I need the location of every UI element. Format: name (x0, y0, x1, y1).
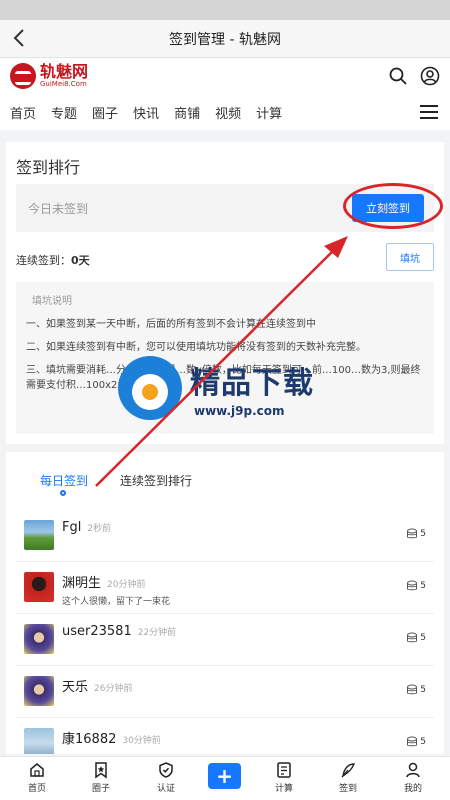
sign-time: 20分钟前 (107, 580, 146, 590)
tabbar-label: 首页 (27, 784, 46, 794)
user-name: Fgl (62, 520, 82, 535)
points: 5 (406, 684, 426, 696)
tabbar-circle[interactable]: 圈子 (81, 761, 121, 794)
avatar (24, 676, 54, 706)
tabbar-cert[interactable]: 认证 (146, 761, 186, 794)
calculator-icon (275, 761, 293, 779)
points: 5 (406, 632, 426, 644)
user-icon (404, 761, 422, 779)
feather-pen-icon (339, 761, 357, 779)
main-nav: 首页 专题 圈子 快讯 商铺 视频 计算 (0, 94, 450, 130)
section-title: 签到排行 (16, 158, 81, 177)
tabbar-home[interactable]: 首页 (17, 761, 57, 794)
nav-item-home[interactable]: 首页 (10, 103, 36, 122)
tab-streak[interactable]: 连续签到排行 (120, 472, 192, 489)
sign-list: Fgl 2秒前 5 渊明生 20分钟前 这个人很懒，留下了一束花 5 user235… (16, 510, 434, 754)
bottom-tab-bar: 首页 圈子 认证 + 计算 签到 我的 (0, 756, 450, 800)
user-name: 康16882 (62, 732, 117, 747)
window-title: 签到管理 - 轨魅网 (169, 31, 281, 48)
sign-time: 22分钟前 (137, 628, 177, 638)
site-logo[interactable]: 轨魅网 GuiMei8.Com (10, 63, 88, 89)
bookmark-star-icon (92, 761, 110, 779)
nav-item-circle[interactable]: 圈子 (92, 103, 118, 122)
tabbar-label: 圈子 (91, 784, 110, 794)
streak-label: 连续签到： (16, 254, 71, 267)
coin-stack-icon (406, 528, 418, 540)
sign-status-text: 今日未签到 (28, 202, 89, 216)
nav-item-calc[interactable]: 计算 (256, 103, 282, 122)
ranking-tabs: 每日签到 连续签到排行 (6, 452, 444, 504)
user-name: 天乐 (62, 680, 89, 695)
avatar (24, 572, 54, 602)
user-name: 渊明生 (62, 576, 102, 591)
ranking-panel: 每日签到 连续签到排行 Fgl 2秒前 5 渊明生 20分钟前 这个人很懒，留下了一… (6, 452, 444, 754)
tabbar-sign[interactable]: 签到 (328, 761, 368, 794)
user-account-icon[interactable] (420, 66, 440, 86)
points-value: 5 (420, 581, 426, 591)
help-title: 填坑说明 (32, 296, 72, 307)
streak-info: 连续签到：0天 (16, 252, 90, 268)
logo-sub: GuiMei8.Com (40, 80, 87, 88)
home-icon (28, 761, 46, 779)
watermark: 精品下载 www.j9p.com (118, 352, 323, 430)
tabbar-label: 我的 (403, 784, 422, 794)
tabbar-label: 认证 (156, 784, 175, 794)
logo-name: 轨魅网 (40, 62, 89, 81)
coin-stack-icon (406, 684, 418, 696)
points-value: 5 (420, 737, 426, 747)
watermark-text: 精品下载 (190, 366, 314, 401)
points: 5 (406, 580, 426, 592)
points: 5 (406, 528, 426, 540)
nav-item-shop[interactable]: 商铺 (174, 103, 200, 122)
list-item[interactable]: 渊明生 20分钟前 这个人很懒，留下了一束花 5 (16, 562, 434, 614)
back-arrow-icon[interactable] (8, 26, 32, 50)
watermark-url: www.j9p.com (194, 404, 285, 418)
title-bar: 签到管理 - 轨魅网 (0, 20, 450, 58)
points-value: 5 (420, 633, 426, 643)
list-item[interactable]: 康16882 30分钟前 5 (16, 718, 434, 754)
coin-stack-icon (406, 580, 418, 592)
avatar (24, 624, 54, 654)
active-tab-indicator (60, 490, 66, 496)
tabbar-me[interactable]: 我的 (393, 761, 433, 794)
user-name: user23581 (62, 624, 132, 639)
coin-stack-icon (406, 736, 418, 748)
coin-stack-icon (406, 632, 418, 644)
sign-time: 30分钟前 (122, 736, 161, 746)
hamburger-menu-icon[interactable] (418, 102, 440, 122)
sign-time: 26分钟前 (94, 684, 133, 694)
logo-mark-icon (10, 63, 36, 89)
points: 5 (406, 736, 426, 748)
user-note: 这个人很懒，留下了一束花 (62, 597, 171, 607)
sign-time: 2秒前 (87, 524, 112, 534)
watermark-logo-icon (118, 356, 182, 420)
status-bar (0, 0, 450, 20)
points-value: 5 (420, 529, 426, 539)
list-item[interactable]: 天乐 26分钟前 5 (16, 666, 434, 718)
help-item: 一、如果签到某一天中断，后面的所有签到不会计算在连续签到中 (26, 319, 316, 330)
tabbar-label: 签到 (338, 784, 357, 794)
site-header: 轨魅网 GuiMei8.Com (0, 58, 450, 94)
tabbar-label: 计算 (274, 784, 293, 794)
avatar (24, 728, 54, 754)
list-item[interactable]: Fgl 2秒前 5 (16, 510, 434, 562)
search-icon[interactable] (388, 66, 408, 86)
tabbar-calc[interactable]: 计算 (264, 761, 304, 794)
streak-value: 0天 (71, 254, 90, 267)
nav-item-news[interactable]: 快讯 (133, 103, 159, 122)
avatar (24, 520, 54, 550)
tab-daily[interactable]: 每日签到 (40, 472, 88, 489)
points-value: 5 (420, 685, 426, 695)
nav-item-topics[interactable]: 专题 (51, 103, 77, 122)
nav-item-video[interactable]: 视频 (215, 103, 241, 122)
list-item[interactable]: user23581 22分钟前 5 (16, 614, 434, 666)
fill-gap-button[interactable]: 填坑 (386, 243, 434, 271)
publish-plus-button[interactable]: + (208, 763, 241, 789)
annotation-circle (343, 183, 443, 229)
shield-icon (157, 761, 175, 779)
